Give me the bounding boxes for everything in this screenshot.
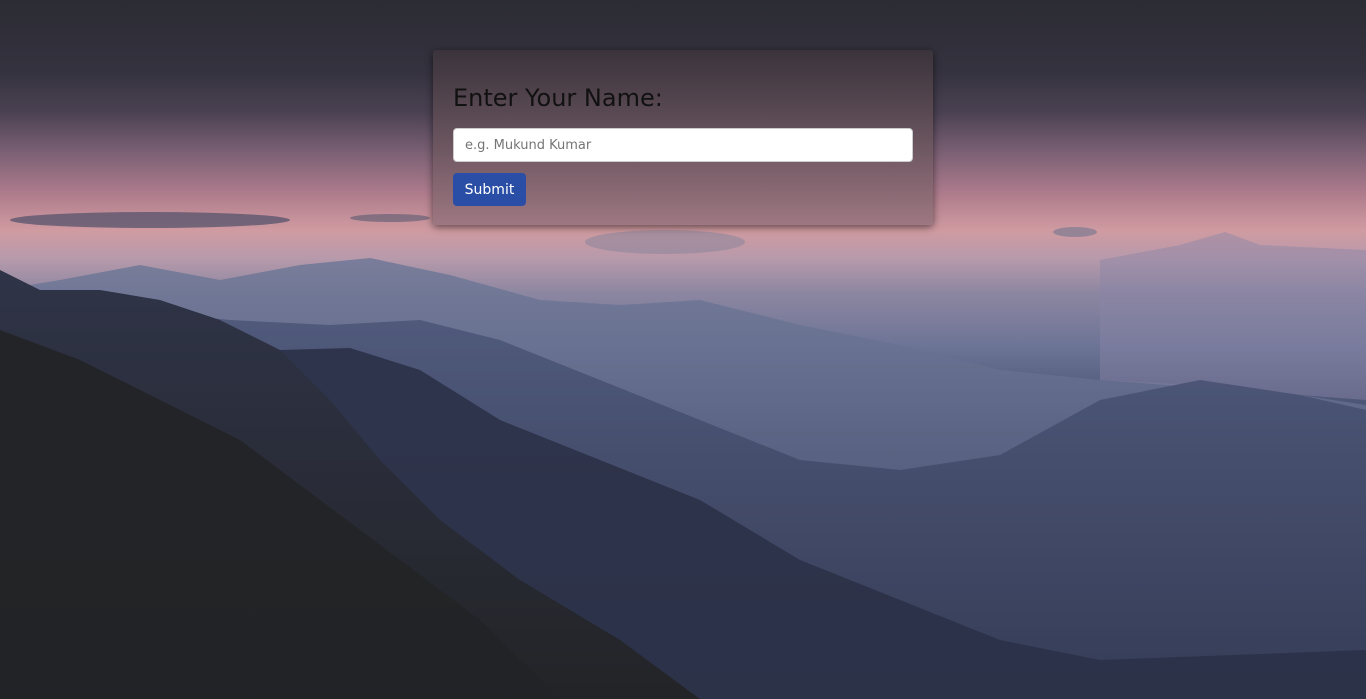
distant-peaks: [1100, 232, 1366, 400]
submit-button[interactable]: Submit: [453, 173, 526, 206]
cloud: [350, 214, 430, 222]
name-input[interactable]: [453, 128, 913, 162]
cloud: [1053, 227, 1097, 237]
form-title: Enter Your Name:: [453, 84, 663, 112]
cloud: [10, 212, 290, 228]
name-form-card: Enter Your Name: Submit: [433, 50, 933, 225]
cloud: [585, 230, 745, 254]
